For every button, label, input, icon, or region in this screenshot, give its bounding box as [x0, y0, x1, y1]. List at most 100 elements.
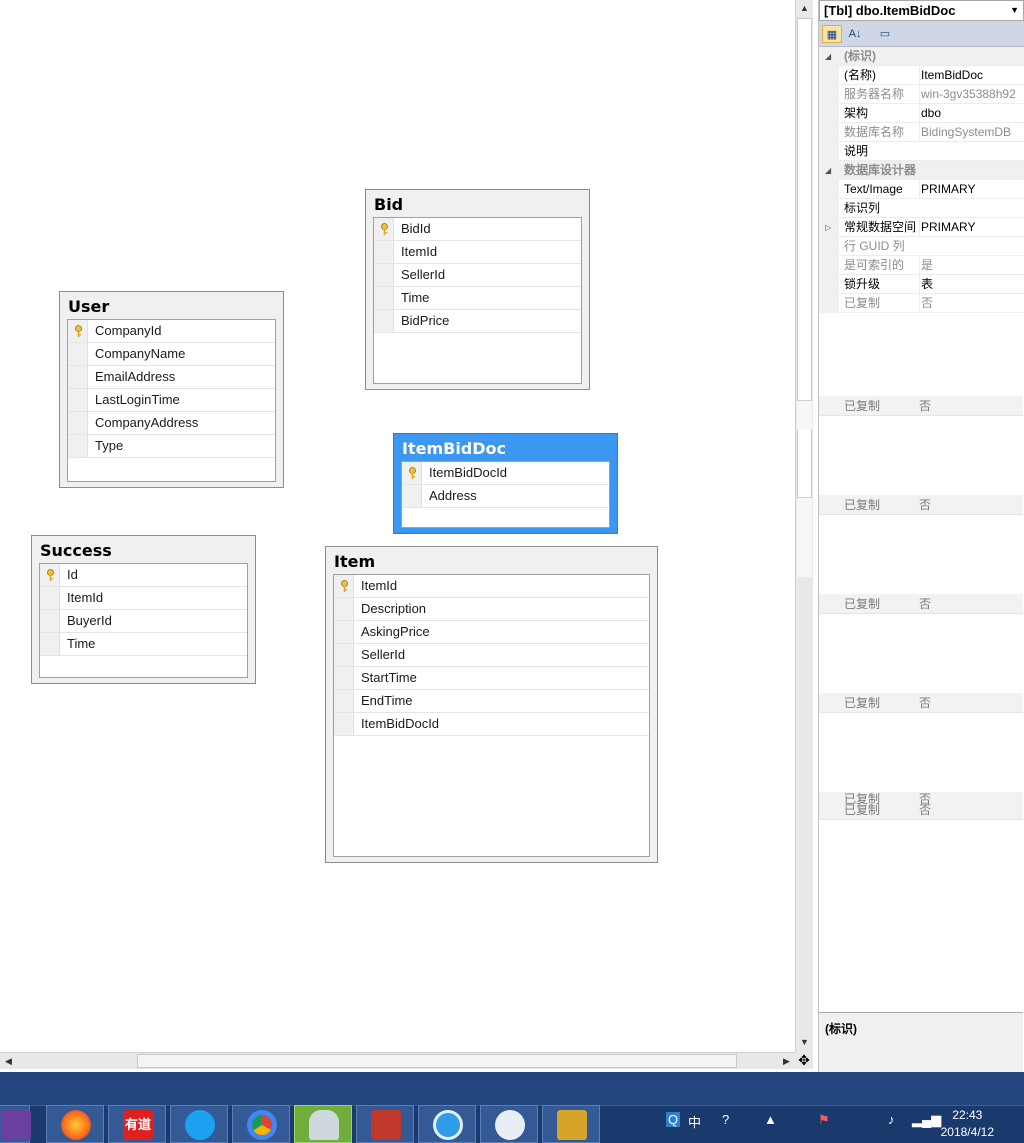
ime-indicator[interactable]: 中	[688, 1112, 701, 1131]
qq-video-button[interactable]	[170, 1105, 228, 1143]
scroll-thumb[interactable]	[137, 1054, 737, 1068]
row-selector[interactable]	[334, 667, 354, 689]
ie-button[interactable]	[418, 1105, 476, 1143]
row-selector[interactable]	[334, 575, 354, 597]
row-selector[interactable]	[334, 713, 354, 735]
column-row[interactable]: BidPrice	[374, 310, 581, 333]
column-row[interactable]: ItemId	[40, 587, 247, 610]
expand-icon[interactable]: ▷	[825, 218, 831, 237]
scroll-up-icon[interactable]: ▲	[796, 0, 813, 17]
column-row[interactable]: SellerId	[334, 644, 649, 667]
row-selector[interactable]	[68, 435, 88, 457]
property-value[interactable]: dbo	[919, 104, 1023, 123]
property-row[interactable]: ▷ 常规数据空间 PRIMARY	[819, 218, 1024, 237]
property-pages-icon[interactable]: ▭	[875, 25, 895, 43]
alphabetical-icon[interactable]: A↓	[845, 25, 865, 43]
column-row[interactable]: Address	[402, 485, 609, 508]
property-value[interactable]: ItemBidDoc	[919, 66, 1023, 85]
property-row[interactable]: (名称) ItemBidDoc	[819, 66, 1024, 85]
table-user[interactable]: User CompanyId CompanyName EmailAddress Las…	[59, 291, 284, 488]
row-selector[interactable]	[334, 644, 354, 666]
property-row[interactable]: 锁升级 表	[819, 275, 1024, 294]
column-row[interactable]: ItemBidDocId	[402, 462, 609, 485]
column-row[interactable]: AskingPrice	[334, 621, 649, 644]
row-selector[interactable]	[40, 587, 60, 609]
firefox-button[interactable]	[46, 1105, 104, 1143]
row-selector[interactable]	[68, 366, 88, 388]
row-selector[interactable]	[40, 610, 60, 632]
scroll-thumb[interactable]	[797, 18, 812, 575]
property-value[interactable]: 否	[919, 294, 1023, 313]
property-value[interactable]: PRIMARY	[919, 180, 1023, 199]
column-row[interactable]: CompanyId	[68, 320, 275, 343]
row-selector[interactable]	[68, 320, 88, 342]
row-selector[interactable]	[68, 412, 88, 434]
row-selector[interactable]	[374, 241, 394, 263]
column-row[interactable]: ItemBidDocId	[334, 713, 649, 736]
row-selector[interactable]	[374, 264, 394, 286]
flag-icon[interactable]: ⚑	[818, 1112, 830, 1128]
row-selector[interactable]	[68, 389, 88, 411]
ssms-button[interactable]	[294, 1105, 352, 1143]
column-row[interactable]: CompanyName	[68, 343, 275, 366]
property-category[interactable]: ◢ (标识)	[819, 47, 1024, 66]
column-row[interactable]: Id	[40, 564, 247, 587]
column-row[interactable]: Type	[68, 435, 275, 458]
column-row[interactable]: CompanyAddress	[68, 412, 275, 435]
column-row[interactable]: Time	[374, 287, 581, 310]
property-row[interactable]: 说明	[819, 142, 1024, 161]
column-row[interactable]: EndTime	[334, 690, 649, 713]
youdao-button[interactable]: 有道	[108, 1105, 166, 1143]
row-selector[interactable]	[68, 343, 88, 365]
property-row[interactable]: 标识列	[819, 199, 1024, 218]
column-row[interactable]: Description	[334, 598, 649, 621]
column-row[interactable]: Time	[40, 633, 247, 656]
row-selector[interactable]	[402, 462, 422, 484]
collapse-icon[interactable]: ◢	[825, 161, 831, 180]
column-row[interactable]: LastLoginTime	[68, 389, 275, 412]
property-row[interactable]: 是可索引的是	[819, 256, 1024, 275]
clock[interactable]: 22:43 2018/4/12	[941, 1107, 994, 1141]
volume-icon[interactable]: ♪	[888, 1112, 895, 1127]
property-row[interactable]: 数据库名称 BidingSystemDB	[819, 123, 1024, 142]
row-selector[interactable]	[334, 621, 354, 643]
diagram-canvas[interactable]: Bid BidId ItemId SellerId Time BidPrice User…	[0, 0, 795, 1052]
row-selector[interactable]	[374, 310, 394, 332]
sql-config-button[interactable]	[542, 1105, 600, 1143]
row-selector[interactable]	[40, 564, 60, 586]
categorized-icon[interactable]: ▦	[822, 25, 842, 43]
table-itembiddoc[interactable]: ItemBidDoc ItemBidDocId Address	[393, 433, 618, 534]
column-row[interactable]: ItemId	[374, 241, 581, 264]
table-bid[interactable]: Bid BidId ItemId SellerId Time BidPrice	[365, 189, 590, 390]
property-row[interactable]: 已复制 否	[819, 294, 1024, 313]
column-row[interactable]: StartTime	[334, 667, 649, 690]
property-value[interactable]: 表	[919, 275, 1023, 294]
table-item[interactable]: Item ItemId Description AskingPrice SellerI…	[325, 546, 658, 863]
column-row[interactable]: ItemId	[334, 575, 649, 598]
property-value[interactable]: win-3gv35388h92	[919, 85, 1023, 104]
property-category[interactable]: ◢ 数据库设计器	[819, 161, 1024, 180]
column-row[interactable]: BidId	[374, 218, 581, 241]
property-row[interactable]: Text/Image PRIMARY	[819, 180, 1024, 199]
toolbox-button[interactable]	[356, 1105, 414, 1143]
horizontal-scrollbar[interactable]: ◀ ▶	[0, 1052, 795, 1069]
column-row[interactable]: BuyerId	[40, 610, 247, 633]
object-selector[interactable]: [Tbl] dbo.ItemBidDoc ▼	[819, 0, 1024, 21]
scroll-left-icon[interactable]: ◀	[0, 1053, 17, 1070]
pan-icon[interactable]: ✥	[795, 1052, 813, 1069]
collapse-icon[interactable]: ◢	[825, 47, 831, 66]
property-value[interactable]: BidingSystemDB	[919, 123, 1023, 142]
property-row[interactable]: 服务器名称 win-3gv35388h92	[819, 85, 1024, 104]
row-selector[interactable]	[40, 633, 60, 655]
row-selector[interactable]	[334, 598, 354, 620]
chrome-button[interactable]	[232, 1105, 290, 1143]
property-value[interactable]: PRIMARY	[919, 218, 1023, 237]
column-row[interactable]: EmailAddress	[68, 366, 275, 389]
chevron-up-icon[interactable]: ▲	[764, 1112, 777, 1127]
property-row[interactable]: 行 GUID 列	[819, 237, 1024, 256]
network-icon[interactable]: ▂▄▆	[912, 1112, 941, 1128]
row-selector[interactable]	[374, 287, 394, 309]
column-row[interactable]: SellerId	[374, 264, 581, 287]
vertical-scrollbar[interactable]: ▲ ▼	[795, 0, 813, 1052]
visual-studio-button[interactable]	[0, 1105, 31, 1143]
